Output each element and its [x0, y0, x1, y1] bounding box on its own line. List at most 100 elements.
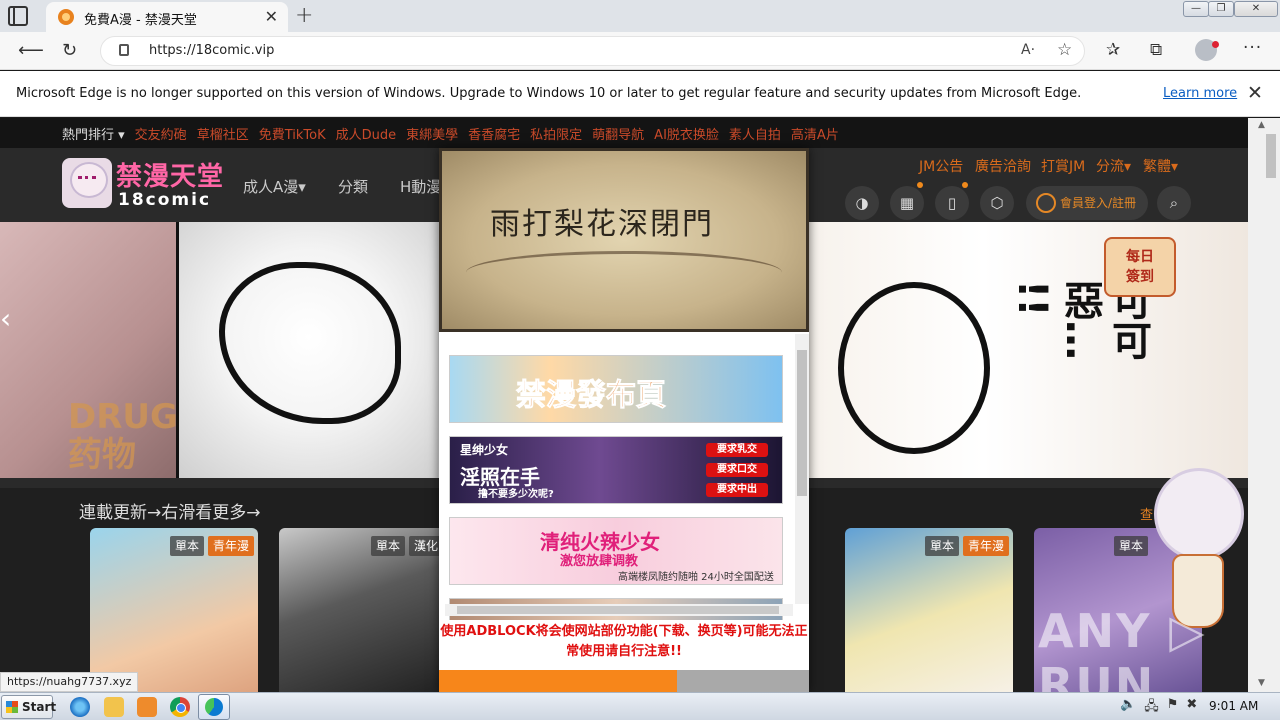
address-bar: ⟵ ↻ https://18comic.vip A· ☆ ✰ ⧉ ··· [0, 32, 1280, 70]
scroll-down-icon[interactable]: ▼ [1258, 678, 1265, 688]
network-icon[interactable]: 🖧 [1144, 697, 1159, 719]
site-logo[interactable]: 禁漫天堂 18comic [62, 156, 228, 211]
tab-strip: 免費A漫 - 禁漫天堂 ✕ + — ❐ ✕ [0, 0, 1280, 32]
read-aloud-icon[interactable]: A· [1021, 42, 1035, 58]
profile-avatar[interactable] [1195, 39, 1219, 61]
system-tray: 🔈 🖧 ⚑ ✖ [1120, 697, 1197, 719]
jm-notice-link[interactable]: JM公告 [919, 156, 963, 176]
modal-header-image: 雨打梨花深閉門 [439, 148, 809, 332]
learn-more-link[interactable]: Learn more [1163, 86, 1237, 101]
hot-link[interactable]: 免費TikToK [259, 124, 326, 143]
back-arrow-icon[interactable]: ⟵ [18, 40, 44, 61]
infobar-close-icon[interactable]: ✕ [1247, 82, 1263, 104]
site-favicon-icon [58, 9, 74, 25]
windows-taskbar: Start 🔈 🖧 ⚑ ✖ 9:01 AM [0, 692, 1280, 720]
mobile-app-icon[interactable]: ▯ [935, 186, 969, 220]
hot-link[interactable]: 香香腐宅 [468, 124, 520, 143]
window-close-button[interactable]: ✕ [1234, 1, 1278, 17]
tag-single: 單本 [371, 536, 406, 556]
search-icon[interactable]: ⌕ [1157, 186, 1191, 220]
jm-tip-link[interactable]: 打賞JM [1041, 156, 1085, 176]
daily-checkin-badge[interactable]: 每日 簽到 [1104, 237, 1176, 297]
hot-link[interactable]: 交友約砲 [135, 124, 187, 143]
comic-card[interactable]: 單本 漢化 [279, 528, 447, 692]
comic-card[interactable]: 單本 青年漫 [90, 528, 258, 692]
nav-h-anime[interactable]: H動漫 [400, 176, 441, 197]
ad-banner[interactable]: 禁漫發布頁 [449, 355, 783, 423]
favorites-icon[interactable]: ✰ [1106, 40, 1120, 60]
hot-link[interactable]: 私拍限定 [530, 124, 582, 143]
hot-link[interactable]: 熱門排行 ▾ [62, 124, 125, 143]
clock: 9:01 AM [1209, 699, 1259, 713]
ellipsis-menu-icon[interactable]: ··· [1243, 38, 1262, 58]
anyrun-watermark: ANY ▷ RUN [1038, 604, 1207, 692]
edge-taskbar-button[interactable] [198, 694, 230, 720]
hot-link[interactable]: 成人Dude [336, 124, 397, 143]
new-tab-button[interactable]: + [295, 3, 313, 28]
notification-dot [962, 182, 968, 188]
add-favorite-icon[interactable]: ☆ [1057, 40, 1072, 60]
tab-active[interactable]: 免費A漫 - 禁漫天堂 ✕ [46, 2, 288, 32]
language-dropdown[interactable]: 繁體▾ [1143, 156, 1178, 176]
infobar-message: Microsoft Edge is no longer supported on… [16, 86, 1082, 101]
chrome-icon[interactable] [170, 697, 190, 717]
ad-button[interactable]: 要求乳交 [706, 443, 768, 457]
security-alert-icon[interactable]: ✖ [1186, 697, 1197, 719]
ad-list: 禁漫發布頁 星绅少女 淫照在手 撸不要多少次呢? 要求乳交 要求口交 要求中出 … [447, 348, 793, 620]
notification-dot [917, 182, 923, 188]
hot-link[interactable]: AI脱衣换脸 [654, 124, 719, 143]
start-button[interactable]: Start [1, 695, 56, 719]
media-player-icon[interactable] [137, 697, 157, 717]
scroll-up-icon[interactable]: ▲ [1258, 120, 1265, 130]
url-input[interactable]: https://18comic.vip A· ☆ [100, 36, 1085, 66]
volume-icon[interactable]: 🔈 [1120, 697, 1136, 719]
file-explorer-icon[interactable] [104, 697, 124, 717]
login-register-button[interactable]: 會員登入/註冊 [1026, 186, 1148, 220]
lock-icon[interactable] [119, 44, 129, 56]
carousel-slide[interactable]: DRUG 药物 [0, 222, 178, 478]
comic-card[interactable]: 單本 青年漫 [845, 528, 1013, 692]
hot-link[interactable]: 素人自拍 [729, 124, 781, 143]
cube-icon[interactable]: ⬡ [980, 186, 1014, 220]
modal-confirm-button[interactable] [439, 670, 677, 692]
modal-title: 雨打梨花深閉門 [490, 207, 714, 242]
hot-link[interactable]: 萌翻导航 [592, 124, 644, 143]
modal-vertical-scrollbar[interactable] [795, 334, 809, 604]
carousel-slide[interactable] [176, 222, 438, 478]
logo-subtitle: 18comic [118, 190, 212, 210]
window-minimize-button[interactable]: — [1183, 1, 1209, 17]
hot-link[interactable]: 草榴社区 [197, 124, 249, 143]
page-vertical-scrollbar[interactable]: ▲ ▼ [1248, 118, 1280, 692]
ad-button[interactable]: 要求口交 [706, 463, 768, 477]
ad-text: 激您放肆调教 [560, 554, 639, 569]
diversion-dropdown[interactable]: 分流▾ [1096, 156, 1131, 176]
action-center-icon[interactable]: ⚑ [1167, 697, 1179, 719]
calendar-icon[interactable]: ▦ [890, 186, 924, 220]
window-maximize-button[interactable]: ❐ [1208, 1, 1234, 17]
tab-actions-icon[interactable] [8, 6, 28, 26]
adblock-warning: 使用ADBLOCK将会使网站部份功能(下载、换页等)可能无法正常使用请自行注意!… [440, 624, 808, 659]
internet-explorer-icon[interactable] [70, 697, 90, 717]
ad-banner[interactable]: 星绅少女 淫照在手 撸不要多少次呢? 要求乳交 要求口交 要求中出 [449, 436, 783, 504]
floating-mascot[interactable] [1140, 458, 1248, 628]
tab-close-icon[interactable]: ✕ [265, 7, 278, 26]
section-title: 連載更新→右滑看更多→ [79, 503, 261, 523]
tag-youth: 青年漫 [963, 536, 1010, 556]
ad-contact-link[interactable]: 廣告洽詢 [975, 156, 1031, 176]
carousel-prev-icon[interactable]: ‹ [0, 302, 11, 335]
collections-icon[interactable]: ⧉ [1150, 40, 1162, 60]
nav-categories[interactable]: 分類 [338, 176, 368, 197]
tag-chinese: 漢化 [409, 536, 444, 556]
ad-banner[interactable]: 清纯火辣少女 激您放肆调教 高端楼凤随约随啪 24小时全国配送 [449, 517, 783, 585]
hot-links-bar: 熱門排行 ▾ 交友約砲 草榴社区 免費TikToK 成人Dude 東綁美學 香香… [0, 118, 1248, 148]
nav-adult-comics[interactable]: 成人A漫▾ [243, 176, 306, 197]
hot-link[interactable]: 高清A片 [791, 124, 839, 143]
url-text[interactable]: https://18comic.vip [149, 43, 274, 58]
reload-icon[interactable]: ↻ [62, 40, 77, 61]
modal-close-button[interactable] [677, 670, 809, 692]
theme-toggle-icon[interactable]: ◑ [845, 186, 879, 220]
modal-horizontal-scrollbar[interactable] [445, 604, 793, 616]
ad-button[interactable]: 要求中出 [706, 483, 768, 497]
ad-popup-modal: 雨打梨花深閉門 禁漫發布頁 星绅少女 淫照在手 撸不要多少次呢? 要求乳交 要求… [439, 148, 809, 692]
hot-link[interactable]: 東綁美學 [406, 124, 458, 143]
